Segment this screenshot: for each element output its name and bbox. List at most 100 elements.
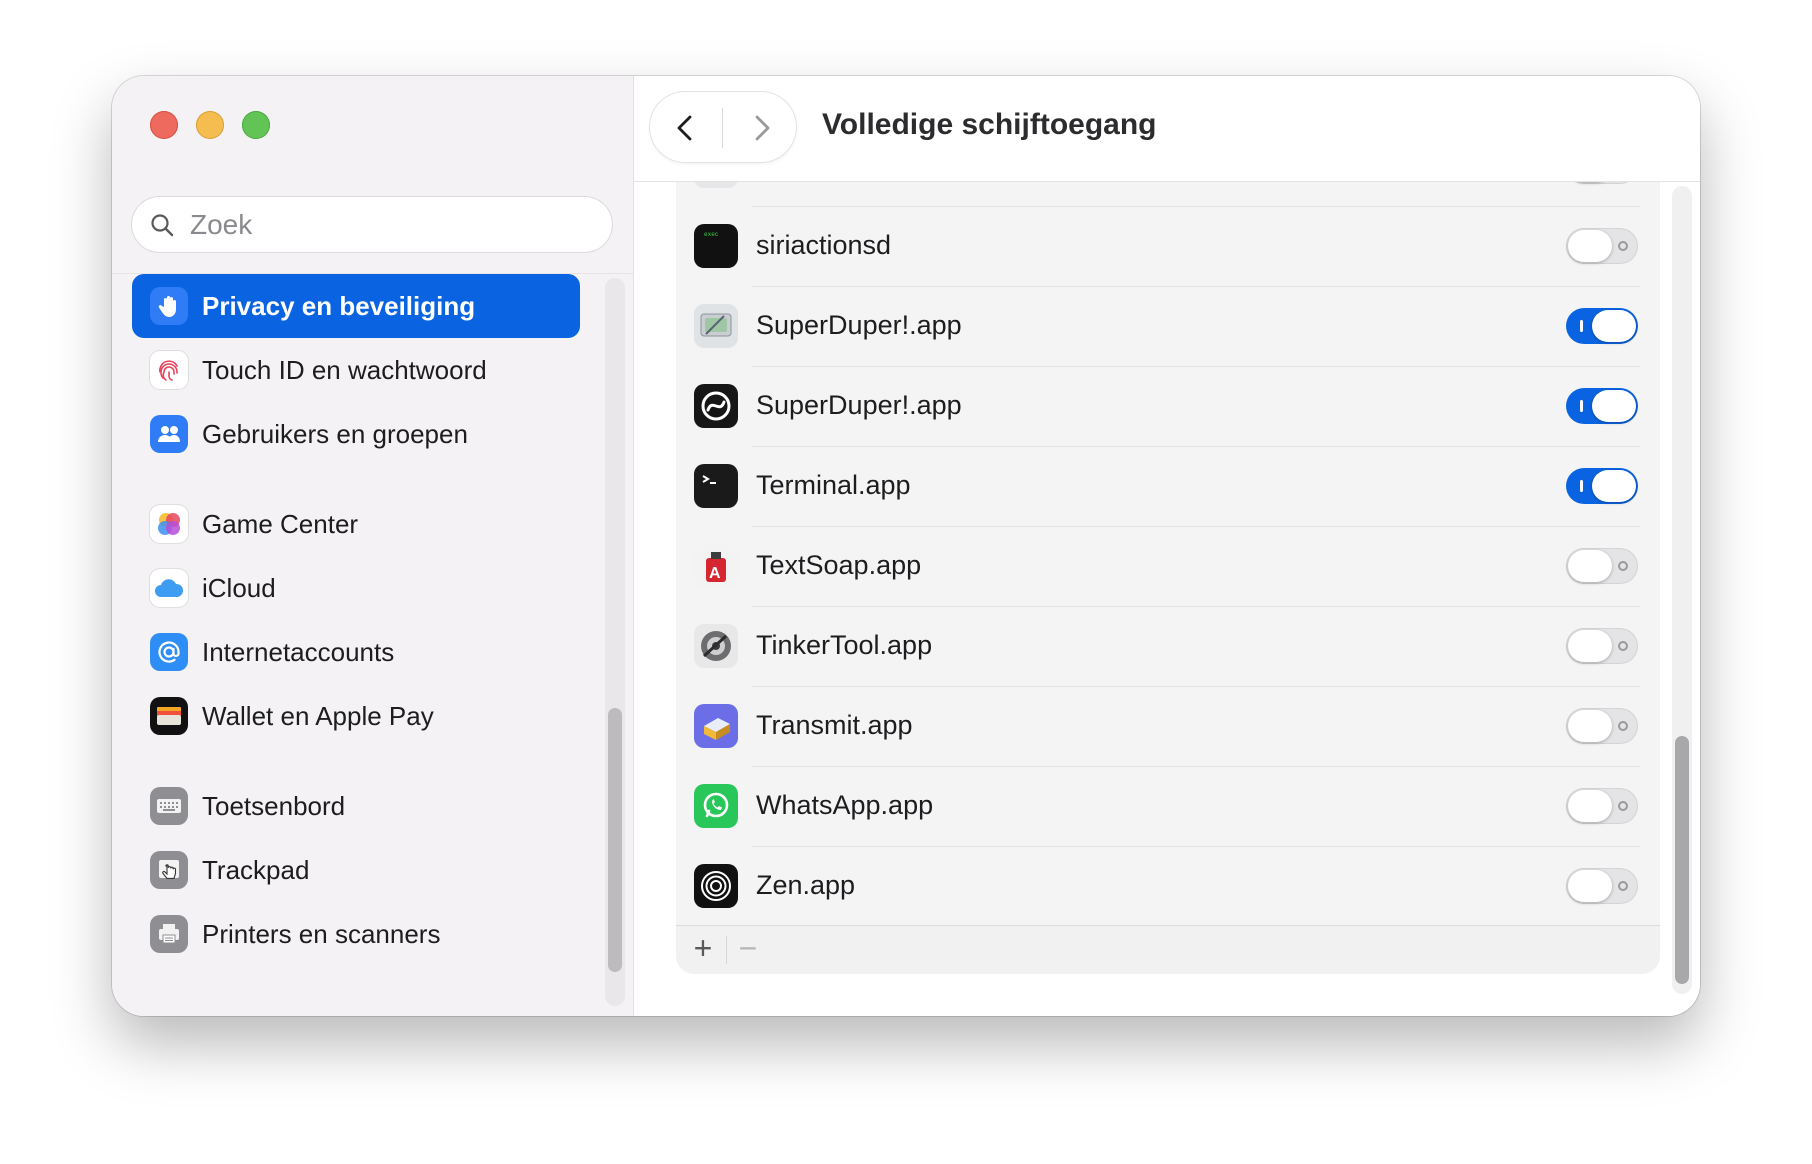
app-name: WhatsApp.app bbox=[756, 790, 934, 820]
row-separator bbox=[752, 286, 1640, 287]
list-item-terminal: Terminal.app bbox=[676, 446, 1660, 526]
sidebar-item-label: Game Center bbox=[202, 508, 359, 539]
keyboard-icon bbox=[150, 787, 188, 825]
app-list: exec siriactionsd SuperDuper!.app SuperD… bbox=[676, 181, 1660, 974]
chevron-left-icon bbox=[677, 115, 692, 141]
svg-text:A: A bbox=[709, 565, 721, 582]
row-separator bbox=[752, 846, 1640, 847]
list-controls: + − bbox=[676, 925, 1660, 974]
app-toggle-tinkertool[interactable] bbox=[1566, 628, 1638, 664]
sidebar-item-label: iCloud bbox=[202, 572, 276, 603]
trackpad-icon bbox=[150, 851, 188, 889]
row-separator bbox=[752, 606, 1640, 607]
zen-icon bbox=[694, 864, 738, 908]
transmit-icon bbox=[694, 704, 738, 748]
textsoap-icon: A bbox=[694, 544, 738, 588]
fingerprint-icon bbox=[150, 351, 188, 389]
list-item-tinkertool: TinkerTool.app bbox=[676, 606, 1660, 686]
list-item-siriactionsd: exec siriactionsd bbox=[676, 206, 1660, 286]
sidebar-item-label: Wallet en Apple Pay bbox=[202, 700, 434, 731]
users-icon bbox=[150, 415, 188, 453]
list-item-zen: Zen.app bbox=[676, 846, 1660, 926]
sidebar-item-label: Printers en scanners bbox=[202, 918, 441, 949]
row-separator bbox=[752, 206, 1640, 207]
list-item-transmit: Transmit.app bbox=[676, 686, 1660, 766]
search-input[interactable] bbox=[188, 205, 592, 245]
sidebar-item-users[interactable]: Gebruikers en groepen bbox=[132, 402, 580, 466]
hand-icon bbox=[150, 287, 188, 325]
sidebar-item-touch-id[interactable]: Touch ID en wachtwoord bbox=[132, 338, 580, 402]
icloud-icon bbox=[150, 569, 188, 607]
app-toggle-textsoap[interactable] bbox=[1566, 548, 1638, 584]
printer-icon bbox=[150, 915, 188, 953]
toolbar: Volledige schijftoegang bbox=[634, 76, 1700, 182]
app-toggle-transmit[interactable] bbox=[1566, 708, 1638, 744]
sidebar-item-label: Trackpad bbox=[202, 854, 310, 885]
sidebar-item-wallet[interactable]: Wallet en Apple Pay bbox=[132, 684, 580, 748]
search-field[interactable] bbox=[132, 197, 612, 252]
row-separator bbox=[752, 526, 1640, 527]
sidebar-item-printers[interactable]: Printers en scanners bbox=[132, 902, 580, 966]
sidebar-item-label: Privacy en beveiliging bbox=[202, 290, 476, 321]
zoom-button[interactable] bbox=[242, 111, 270, 139]
superduper-disk-icon bbox=[694, 304, 738, 348]
wallet-icon bbox=[150, 697, 188, 735]
app-name: Terminal.app bbox=[756, 470, 911, 500]
row-separator bbox=[752, 446, 1640, 447]
app-name: TextSoap.app bbox=[756, 550, 922, 580]
app-name: SuperDuper!.app bbox=[756, 390, 962, 420]
close-button[interactable] bbox=[150, 111, 178, 139]
navigation-buttons bbox=[650, 92, 796, 162]
sidebar-item-keyboard[interactable]: Toetsenbord bbox=[132, 774, 580, 838]
row-separator bbox=[752, 366, 1640, 367]
terminal-icon bbox=[694, 464, 738, 508]
list-item-superduper-1: SuperDuper!.app bbox=[676, 286, 1660, 366]
app-toggle-zen[interactable] bbox=[1566, 868, 1638, 904]
row-separator bbox=[752, 766, 1640, 767]
page-title: Volledige schijftoegang bbox=[822, 108, 1157, 141]
game-center-icon bbox=[150, 505, 188, 543]
sidebar-item-trackpad[interactable]: Trackpad bbox=[132, 838, 580, 902]
whatsapp-icon bbox=[694, 784, 738, 828]
search-icon bbox=[151, 214, 174, 237]
list-item-partial bbox=[676, 181, 1660, 206]
app-toggle-superduper-1[interactable] bbox=[1566, 308, 1638, 344]
nav-divider bbox=[722, 108, 723, 148]
app-toggle-superduper-2[interactable] bbox=[1566, 388, 1638, 424]
app-name: TinkerTool.app bbox=[756, 630, 933, 660]
add-app-button[interactable]: + bbox=[686, 930, 720, 966]
sidebar-item-icloud[interactable]: iCloud bbox=[132, 556, 580, 620]
sidebar-item-game-center[interactable]: Game Center bbox=[132, 492, 580, 556]
superduper-icon bbox=[694, 384, 738, 428]
remove-app-button[interactable]: − bbox=[730, 930, 766, 966]
app-name: siriactionsd bbox=[756, 230, 892, 260]
sidebar: Privacy en beveiliging Touch ID en wacht… bbox=[112, 76, 634, 1016]
chevron-right-icon bbox=[755, 115, 770, 141]
sidebar-item-internet-accounts[interactable]: Internetaccounts bbox=[132, 620, 580, 684]
tinkertool-icon bbox=[694, 624, 738, 668]
back-button[interactable] bbox=[670, 112, 702, 144]
sidebar-item-label: Toetsenbord bbox=[202, 790, 346, 821]
list-item-whatsapp: WhatsApp.app bbox=[676, 766, 1660, 846]
app-name: Transmit.app bbox=[756, 710, 913, 740]
svg-text:exec: exec bbox=[704, 231, 719, 238]
sidebar-item-privacy[interactable]: Privacy en beveiliging bbox=[132, 274, 580, 338]
sidebar-item-label: Gebruikers en groepen bbox=[202, 418, 468, 449]
main-panel: Volledige schijftoegang exec siriactions… bbox=[634, 76, 1700, 1016]
sidebar-scrollbar-thumb[interactable] bbox=[608, 708, 622, 972]
sidebar-item-label: Internetaccounts bbox=[202, 636, 395, 667]
app-name: Zen.app bbox=[756, 870, 856, 900]
app-icon bbox=[694, 181, 738, 188]
app-toggle-whatsapp[interactable] bbox=[1566, 788, 1638, 824]
sidebar-item-label: Touch ID en wachtwoord bbox=[202, 354, 487, 385]
forward-button[interactable] bbox=[745, 112, 777, 144]
app-toggle-terminal[interactable] bbox=[1566, 468, 1638, 504]
app-toggle-siriactionsd[interactable] bbox=[1566, 228, 1638, 264]
settings-window: Privacy en beveiliging Touch ID en wacht… bbox=[112, 76, 1700, 1016]
exec-icon: exec bbox=[694, 224, 738, 268]
row-separator bbox=[752, 686, 1640, 687]
app-name: SuperDuper!.app bbox=[756, 310, 962, 340]
list-item-textsoap: A TextSoap.app bbox=[676, 526, 1660, 606]
minimize-button[interactable] bbox=[196, 111, 224, 139]
main-scrollbar-thumb[interactable] bbox=[1675, 736, 1689, 984]
